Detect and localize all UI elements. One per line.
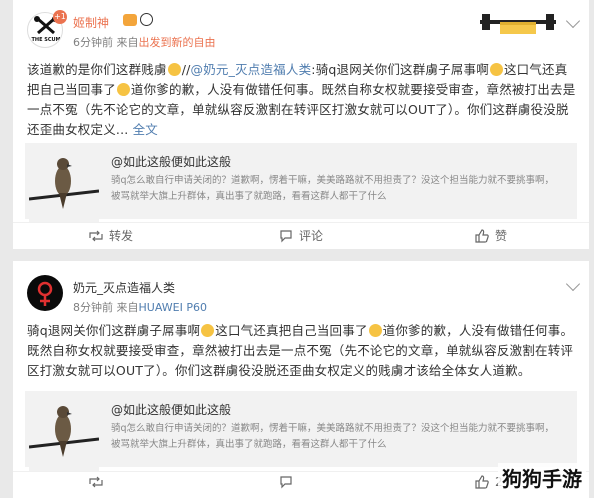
post-card-1: THE SCUM +1 姬制神 6分钟前 来自出发到新的自由 该道歉的是你们这群… (13, 0, 589, 249)
comment-button[interactable]: 评论 (279, 227, 323, 244)
emoji-icon (167, 63, 181, 76)
quoted-author[interactable]: @如此这般便如此这般 (111, 401, 231, 418)
post-via: 来自 (116, 36, 139, 49)
emoji-icon (368, 324, 382, 337)
post-meta: 8分钟前 来自HUAWEI P60 (73, 299, 207, 315)
post-text: 骑q退网关你们这群虜子屌事啊 这口气还真把自己当回事了 道你爹的歉，人没有做错任何事… (27, 323, 574, 378)
read-more-link[interactable]: 全文 (133, 122, 158, 137)
quoted-text: 骑q怎么敢自行申请关闭的？道歉啊，愣着干嘛，美美路路就不用担责了？没这个担当能力… (111, 423, 555, 450)
quoted-text: 骑q怎么敢自行申请关闭的？道歉啊，愣着干嘛，美美路路就不用担责了？没这个担当能力… (111, 175, 555, 202)
post-source[interactable]: HUAWEI P60 (139, 301, 207, 314)
repost-icon (89, 476, 103, 488)
chevron-down-icon[interactable] (565, 276, 581, 292)
post-time: 8分钟前 (73, 301, 113, 314)
repost-button[interactable] (89, 475, 103, 489)
mention-link[interactable]: @奶元_灭点造福人类 (191, 62, 312, 77)
repost-icon (89, 230, 103, 241)
comment-icon (280, 229, 292, 242)
quoted-post[interactable]: @如此这般便如此这般 骑q怎么敢自行申请关闭的？道歉啊，愣着干嘛，美美路路就不用… (25, 143, 577, 223)
divider (13, 222, 589, 223)
thumbs-up-icon (475, 475, 489, 489)
avatar-logo-text: THE SCUM (31, 37, 60, 43)
crown-icon (123, 14, 137, 26)
thumbs-up-icon (475, 228, 489, 243)
post-text: 该道歉的是你们这群贱虜//@奶元_灭点造福人类:骑q退网关你们这群虜子屌事啊 这口… (27, 62, 576, 137)
quoted-author[interactable]: @如此这般便如此这般 (111, 153, 231, 170)
chevron-down-icon[interactable] (565, 13, 581, 29)
post-via: 来自 (116, 301, 139, 314)
decoration-banner-icon (478, 10, 558, 36)
watermark-logo: 狗狗手游 (498, 463, 586, 492)
emoji-icon (489, 63, 503, 76)
panda-icon (140, 13, 153, 26)
like-button[interactable]: 赞 (475, 227, 507, 244)
bird-photo[interactable] (28, 147, 100, 223)
bird-photo[interactable] (28, 395, 100, 471)
post-author[interactable]: 姬制神 (73, 14, 109, 31)
notification-badge: +1 (53, 10, 67, 24)
post-author[interactable]: 奶元_灭点造福人类 (73, 279, 175, 296)
emoji-icon (201, 324, 215, 337)
action-bar: 转发 评论 赞 (13, 227, 589, 249)
comment-icon (280, 476, 292, 489)
avatar[interactable] (27, 275, 63, 311)
emoji-icon (116, 83, 130, 96)
post-time: 6分钟前 (73, 36, 113, 49)
repost-button[interactable]: 转发 (89, 227, 133, 244)
comment-button[interactable] (279, 475, 293, 489)
post-source[interactable]: 出发到新的自由 (139, 36, 216, 49)
quoted-post[interactable]: @如此这般便如此这般 骑q怎么敢自行申请关闭的？道歉啊，愣着干嘛，美美路路就不用… (25, 391, 577, 471)
post-meta: 6分钟前 来自出发到新的自由 (73, 34, 216, 50)
